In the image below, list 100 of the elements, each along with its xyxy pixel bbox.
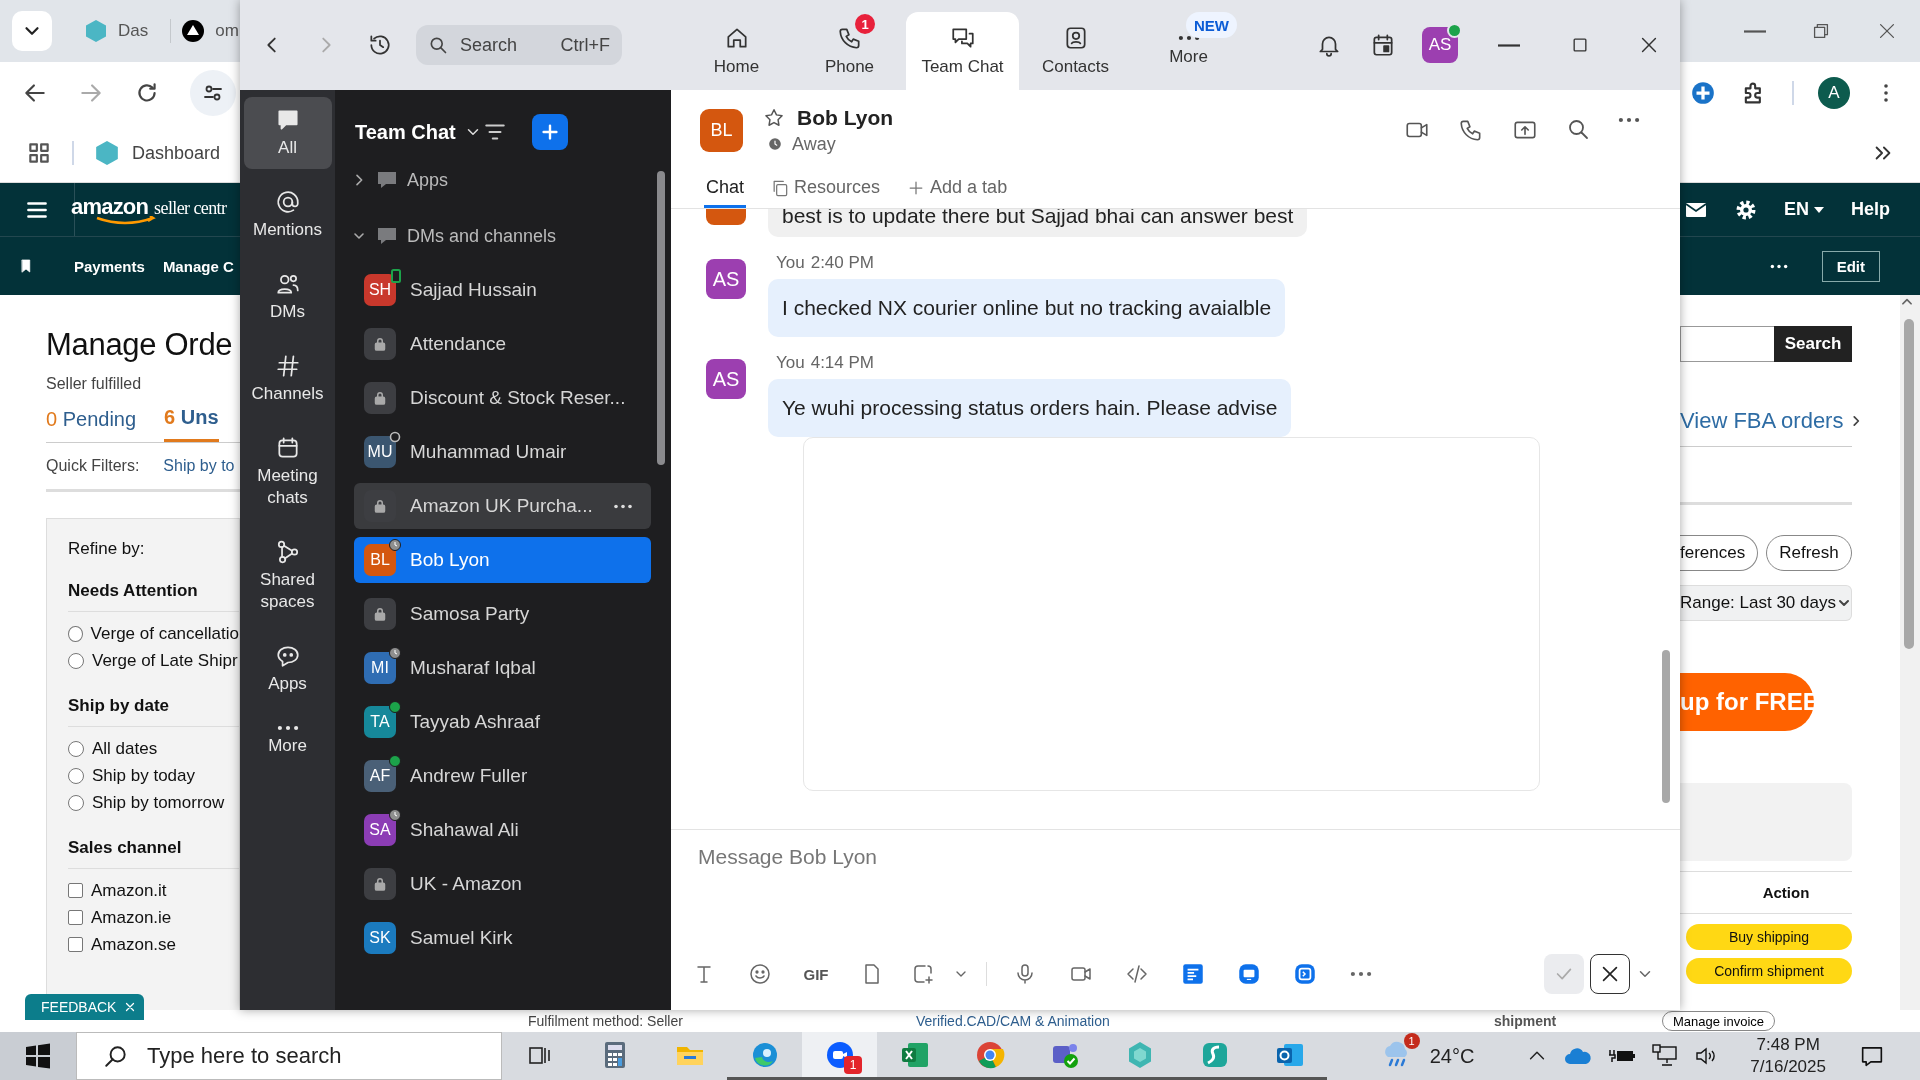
checkbox[interactable] xyxy=(68,910,83,925)
site-settings-button[interactable] xyxy=(190,70,236,116)
search-icon xyxy=(428,35,448,55)
clock[interactable]: 7:48 PM 7/16/2025 xyxy=(1750,1034,1826,1078)
nav-tab[interactable]: Contacts xyxy=(1019,12,1132,90)
user-avatar[interactable]: AS xyxy=(1422,27,1458,63)
screenshot-icon[interactable] xyxy=(911,962,935,986)
option-label: All dates xyxy=(92,738,158,759)
browser-tab[interactable]: Das xyxy=(74,19,149,43)
invoice-button[interactable]: Manage invoice xyxy=(1662,1011,1776,1031)
profile-avatar[interactable]: A xyxy=(1818,77,1850,109)
search-field[interactable]: Search xyxy=(458,33,542,57)
section-header[interactable]: DMs and channels xyxy=(335,213,671,259)
clips-app-icon[interactable] xyxy=(1292,961,1318,987)
plus-cross-icon[interactable] xyxy=(1690,80,1716,106)
at-sign-icon xyxy=(274,189,301,215)
more-icon[interactable] xyxy=(613,503,633,509)
code-icon[interactable] xyxy=(1125,962,1149,986)
minimize-icon[interactable] xyxy=(1744,29,1766,33)
chat-list-item[interactable]: MU Muhammad Umair xyxy=(354,429,651,475)
scrollbar[interactable] xyxy=(657,171,665,465)
contact-name: Bob Lyon xyxy=(797,105,894,130)
section-header[interactable]: Apps xyxy=(335,157,671,203)
pill-button[interactable]: ferences xyxy=(1680,535,1759,571)
rail-item[interactable]: Shared spaces xyxy=(243,529,332,623)
chat-list-item[interactable]: SK Samuel Kirk xyxy=(354,915,651,961)
edit-button[interactable]: Edit xyxy=(1821,250,1880,282)
gif-button[interactable]: GIF xyxy=(803,965,829,983)
chat-list-item[interactable]: UK - Amazon xyxy=(354,861,651,907)
network-icon[interactable] xyxy=(1652,1044,1679,1068)
chat-list-item[interactable]: SA Shahawal Ali xyxy=(354,807,651,853)
chat-list-item[interactable]: BL Bob Lyon xyxy=(354,537,651,583)
action-button[interactable]: Buy shipping xyxy=(1686,924,1852,950)
more-icon[interactable] xyxy=(1769,263,1788,269)
fba-link[interactable]: View FBA orders xyxy=(1680,408,1844,434)
scrollbar[interactable] xyxy=(1904,319,1914,649)
nav-tab[interactable]: Team Chat xyxy=(906,12,1019,90)
radio-button[interactable] xyxy=(68,794,84,811)
rail-item[interactable]: Meeting chats xyxy=(243,425,332,519)
add-button[interactable] xyxy=(531,114,568,150)
chat-list-item[interactable]: Attendance xyxy=(354,321,651,367)
nav-tab[interactable]: 1 Phone xyxy=(793,12,906,90)
filter-link[interactable]: Ship by to xyxy=(163,457,235,475)
emoji-icon[interactable] xyxy=(748,962,772,986)
browser-tab[interactable]: om xyxy=(170,19,239,43)
order-tab[interactable]: 0 Pending xyxy=(46,405,137,442)
table-cell-text: Fulfilment method: Seller xyxy=(528,1013,684,1029)
scrollbar[interactable] xyxy=(1662,650,1670,803)
panel-title[interactable]: Team Chat xyxy=(355,120,482,144)
more-icon[interactable] xyxy=(1618,117,1640,123)
browser-icon[interactable] xyxy=(974,1039,1005,1070)
search-box[interactable]: Type here to search xyxy=(76,1032,502,1080)
nav-link[interactable]: Manage C xyxy=(162,257,234,275)
language-select[interactable]: EN xyxy=(1783,199,1825,220)
help-link[interactable]: Help xyxy=(1851,199,1890,220)
rail-item[interactable]: DMs xyxy=(243,261,332,333)
radio-button[interactable] xyxy=(68,625,83,642)
chat-list-item[interactable]: Amazon UK Purcha... xyxy=(354,483,651,529)
rail-item[interactable]: All xyxy=(243,97,332,169)
pill-button[interactable]: Refresh xyxy=(1766,535,1852,571)
radio-button[interactable] xyxy=(68,767,84,784)
radio-button[interactable] xyxy=(68,652,84,669)
rail-item[interactable]: Apps xyxy=(243,633,332,705)
cloud-icon[interactable] xyxy=(1564,1046,1593,1066)
chat-tab[interactable]: Resources xyxy=(768,170,883,208)
option-label: Amazon.se xyxy=(91,934,177,955)
notes-app-icon[interactable] xyxy=(1180,961,1206,987)
search-button[interactable]: Search xyxy=(1774,326,1852,362)
rail-item[interactable]: Channels xyxy=(243,343,332,415)
search-icon[interactable] xyxy=(1566,117,1590,141)
cancel-button[interactable] xyxy=(1590,954,1630,994)
chat-list-item[interactable]: AF Andrew Fuller xyxy=(354,753,651,799)
action-button[interactable]: Confirm shipment xyxy=(1686,958,1852,984)
chat-list-item[interactable]: Samosa Party xyxy=(354,591,651,637)
tab-search-button[interactable] xyxy=(12,11,52,51)
apps-grid-icon[interactable] xyxy=(26,140,52,166)
rail-item[interactable]: Mentions xyxy=(243,179,332,251)
chat-list-item[interactable]: TA Tayyab Ashraaf xyxy=(354,699,651,745)
start-button[interactable] xyxy=(0,1032,76,1080)
rail-item[interactable]: More xyxy=(243,715,332,767)
checkbox[interactable] xyxy=(68,883,83,898)
whiteboard-app-icon[interactable] xyxy=(1236,961,1262,987)
nav-link[interactable]: Payments xyxy=(74,257,145,275)
nav-tab[interactable]: Home xyxy=(680,12,793,90)
range-dropdown[interactable]: Range: Last 30 days xyxy=(1680,585,1852,621)
checkbox[interactable] xyxy=(68,937,83,952)
star-icon[interactable] xyxy=(763,106,785,129)
option-label: Ship by today xyxy=(92,765,195,786)
order-tab[interactable]: 6 Uns xyxy=(164,405,219,442)
chat-list-item[interactable]: SH Sajjad Hussain xyxy=(354,267,651,313)
chat-list-item[interactable]: Discount & Stock Reser... xyxy=(354,375,651,421)
taskbar-app[interactable]: 1 xyxy=(802,1032,877,1080)
nav-tab[interactable]: NEW More xyxy=(1132,12,1245,90)
feedback-tab[interactable]: FEEDBACK xyxy=(25,994,145,1020)
radio-button[interactable] xyxy=(68,740,84,757)
hash-icon xyxy=(274,353,301,379)
bookmark[interactable]: Dashboard xyxy=(94,140,221,166)
page-subtitle: Seller fulfilled xyxy=(46,375,143,393)
chat-tab[interactable]: Add a tab xyxy=(904,170,1010,208)
chat-list-item[interactable]: MI Musharaf Iqbal xyxy=(354,645,651,691)
